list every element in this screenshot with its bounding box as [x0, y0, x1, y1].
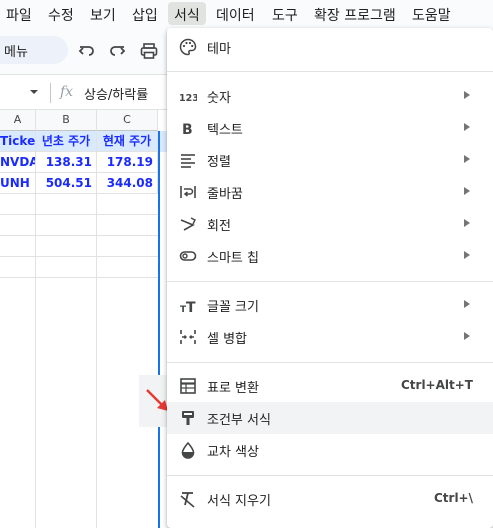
- cell-b2[interactable]: 138.31: [36, 152, 97, 173]
- align-icon: [181, 154, 195, 168]
- menu-help[interactable]: 도움말: [412, 5, 451, 25]
- cell-c3[interactable]: 344.08: [97, 173, 158, 194]
- formula-input[interactable]: 상승/하락률: [84, 84, 148, 103]
- submenu-arrow-icon: [464, 155, 470, 163]
- format-menu-item-merge[interactable]: 셀 병합: [167, 321, 493, 353]
- format-menu-label: 스마트 칩: [207, 251, 259, 266]
- menu-separator: [167, 475, 493, 476]
- menu-search[interactable]: 메뉴: [0, 36, 68, 64]
- undo-icon[interactable]: [78, 42, 96, 60]
- cell-c2[interactable]: 178.19: [97, 152, 158, 173]
- submenu-arrow-icon: [464, 187, 470, 195]
- row-gridline: [0, 257, 158, 278]
- submenu-arrow-icon: [464, 219, 470, 227]
- cell-a1[interactable]: Ticker: [0, 131, 36, 152]
- format-menu-item-convert-table[interactable]: 표로 변환 Ctrl+Alt+T: [167, 370, 493, 402]
- submenu-arrow-icon: [464, 91, 470, 99]
- format-menu-label: 줄바꿈: [207, 187, 243, 202]
- format-menu-item-font-size[interactable]: T T 글꼴 크기: [167, 289, 493, 321]
- menu-search-label: 메뉴: [4, 45, 28, 60]
- clear-format-icon: [180, 492, 195, 508]
- row-gridline: [0, 215, 158, 236]
- cell-a3[interactable]: UNH: [0, 173, 36, 194]
- row-gridline: [0, 194, 158, 215]
- menubar: 파일 수정 보기 삽입 서식 데이터 도구 확장 프로그램 도움말: [0, 0, 493, 28]
- submenu-arrow-icon: [464, 251, 470, 259]
- format-menu-label: 표로 변환: [207, 381, 259, 396]
- menu-view[interactable]: 보기: [90, 5, 116, 25]
- menu-tools[interactable]: 도구: [272, 5, 298, 25]
- shortcut-label: Ctrl+Alt+T: [400, 378, 473, 392]
- format-menu-label: 조건부 서식: [207, 413, 271, 428]
- format-menu-label: 텍스트: [207, 123, 243, 138]
- svg-text:T: T: [186, 300, 196, 314]
- font-size-icon: T T: [180, 300, 196, 314]
- menu-format[interactable]: 서식: [168, 2, 206, 25]
- format-menu-item-align[interactable]: 정렬: [167, 144, 493, 176]
- alternating-colors-icon: [181, 441, 195, 459]
- menu-separator: [167, 281, 493, 282]
- menu-separator: [167, 71, 493, 72]
- submenu-arrow-icon: [464, 332, 470, 340]
- cell-c1[interactable]: 현재 주가: [97, 131, 158, 152]
- column-header-a[interactable]: A: [0, 110, 36, 131]
- format-menu-label: 셀 병합: [207, 332, 248, 347]
- format-menu-item-text[interactable]: B 텍스트: [167, 112, 493, 144]
- format-menu-label: 테마: [207, 42, 231, 57]
- number-format-icon: 123: [179, 93, 197, 104]
- format-menu-item-number[interactable]: 123 숫자: [167, 80, 493, 112]
- text-rotate-icon: [180, 217, 196, 231]
- bold-icon: B: [182, 122, 193, 137]
- format-menu-label: 서식 지우기: [207, 494, 271, 509]
- svg-text:123: 123: [179, 93, 197, 104]
- format-menu-item-rotate[interactable]: 회전: [167, 208, 493, 240]
- redo-icon[interactable]: [108, 42, 126, 60]
- namebox-dropdown-icon[interactable]: [28, 87, 40, 97]
- text-wrap-icon: [180, 186, 196, 198]
- format-menu-label: 글꼴 크기: [207, 300, 259, 315]
- paint-roller-icon: [182, 411, 194, 425]
- format-menu-item-clear-formatting[interactable]: 서식 지우기 Ctrl+\: [167, 483, 493, 515]
- table-icon: [180, 378, 196, 394]
- format-menu: 테마 123 숫자 B 텍스트 정렬 줄바꿈 회전 스마트 칩 T T 글꼴 크…: [167, 28, 493, 528]
- format-menu-label: 교차 색상: [207, 445, 259, 460]
- format-menu-item-alternating-colors[interactable]: 교차 색상: [167, 434, 493, 466]
- row-gridline: [0, 236, 158, 257]
- menu-edit[interactable]: 수정: [48, 5, 74, 25]
- menu-data[interactable]: 데이터: [216, 5, 255, 25]
- cell-b3[interactable]: 504.51: [36, 173, 97, 194]
- palette-icon: [179, 38, 197, 56]
- format-menu-item-theme[interactable]: 테마: [167, 31, 493, 63]
- cell-b1[interactable]: 년초 주가: [36, 131, 97, 152]
- merge-cells-icon: [180, 330, 196, 344]
- menu-file[interactable]: 파일: [6, 5, 32, 25]
- print-icon[interactable]: [140, 42, 158, 60]
- menu-separator: [167, 362, 493, 363]
- column-selection-border: [158, 131, 160, 528]
- submenu-arrow-icon: [464, 300, 470, 308]
- submenu-arrow-icon: [464, 123, 470, 131]
- menu-extensions[interactable]: 확장 프로그램: [314, 5, 396, 25]
- menu-insert[interactable]: 삽입: [132, 5, 158, 25]
- smart-chip-icon: [179, 251, 197, 261]
- format-menu-label: 정렬: [207, 155, 231, 170]
- column-header-b[interactable]: B: [36, 110, 97, 131]
- cell-a2[interactable]: NVDA: [0, 152, 36, 173]
- fx-icon: fx: [60, 84, 74, 100]
- format-menu-item-wrap[interactable]: 줄바꿈: [167, 176, 493, 208]
- format-menu-item-smart-chip[interactable]: 스마트 칩: [167, 240, 493, 272]
- formula-bar-divider: [50, 83, 51, 103]
- format-menu-label: 회전: [207, 219, 231, 234]
- shortcut-label: Ctrl+\: [433, 491, 473, 505]
- svg-text:B: B: [182, 122, 193, 137]
- format-menu-item-conditional-formatting[interactable]: 조건부 서식: [167, 402, 493, 434]
- column-header-c[interactable]: C: [97, 110, 158, 131]
- format-menu-label: 숫자: [207, 91, 231, 106]
